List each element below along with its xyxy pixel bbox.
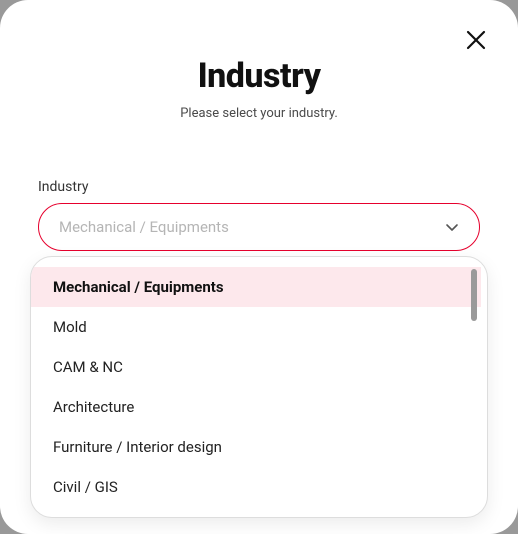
option-civil-gis[interactable]: Civil / GIS [31, 467, 481, 507]
option-furniture-interior[interactable]: Furniture / Interior design [31, 427, 481, 467]
industry-dropdown: Mechanical / Equipments Mold CAM & NC Ar… [30, 256, 488, 518]
industry-field: Industry Mechanical / Equipments [0, 179, 518, 251]
industry-select[interactable]: Mechanical / Equipments [38, 203, 480, 251]
field-label: Industry [38, 179, 480, 195]
option-cam-nc[interactable]: CAM & NC [31, 347, 481, 387]
option-mold[interactable]: Mold [31, 307, 481, 347]
industry-modal: Industry Please select your industry. In… [0, 0, 518, 534]
dropdown-scrollbar[interactable] [471, 269, 477, 321]
modal-subtitle: Please select your industry. [0, 106, 518, 121]
option-mechanical-equipments[interactable]: Mechanical / Equipments [31, 267, 481, 307]
select-placeholder: Mechanical / Equipments [59, 218, 229, 236]
close-icon [464, 28, 488, 56]
modal-title: Industry [0, 56, 518, 96]
chevron-down-icon [445, 220, 459, 234]
option-architecture[interactable]: Architecture [31, 387, 481, 427]
dropdown-list: Mechanical / Equipments Mold CAM & NC Ar… [31, 267, 481, 507]
close-button[interactable] [462, 28, 490, 56]
